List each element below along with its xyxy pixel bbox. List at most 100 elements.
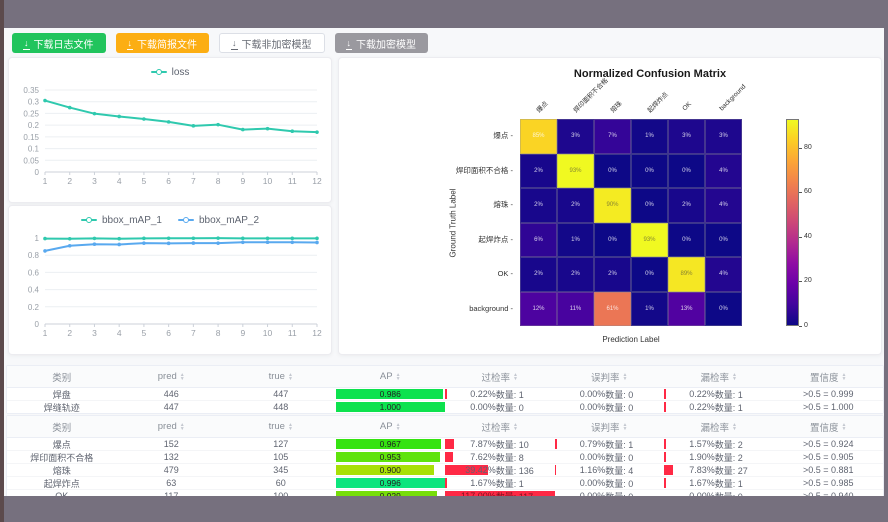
svg-text:1: 1 [35,234,40,243]
column-header-误判率[interactable]: 误判率▲▼ [555,416,665,437]
rate-percent: 1.67% [677,478,715,488]
cm-cell: 11% [557,292,594,327]
legend-item-bbox_mAP_2[interactable]: bbox_mAP_2 [178,212,259,228]
cm-cell: 0% [594,223,631,258]
cm-cell: 1% [557,223,594,258]
svg-text:2: 2 [67,176,72,186]
download-log-button[interactable]: ↓ 下载日志文件 [12,33,106,53]
column-header-误判率[interactable]: 误判率▲▼ [555,366,665,387]
column-header-过检率[interactable]: 过检率▲▼ [445,416,555,437]
rate-percent: 0.22% [677,389,715,399]
column-header-AP[interactable]: AP▲▼ [336,416,446,437]
cm-cell: 4% [705,257,742,292]
column-header-漏检率[interactable]: 漏检率▲▼ [664,416,774,437]
button-label: 下载加密模型 [356,36,416,51]
loss-chart-card: loss 00.050.10.150.20.250.30.35123456789… [8,57,332,203]
svg-text:0.15: 0.15 [23,133,39,142]
sort-icon[interactable]: ▲▼ [842,423,847,431]
svg-text:8: 8 [216,176,221,186]
rate-bar [664,439,666,449]
cm-cell: 85% [520,119,557,154]
cell-ap: 0.967 [336,438,446,450]
column-header-过检率[interactable]: 过检率▲▼ [445,366,555,387]
cell-missdetect-爆点: 1.57%数量: 2 [664,438,774,450]
cell-ap: 0.996 [336,477,446,489]
cell-confidence: >0.5 = 0.924 [774,438,884,450]
cm-colorbar-tick [799,237,802,238]
sort-icon[interactable]: ▲▼ [513,373,518,381]
rate-percent: 0.00% [567,478,605,488]
cell-pred: 447 [117,401,227,413]
cm-colorbar-tick-label: 20 [804,277,812,284]
column-header-pred[interactable]: pred▲▼ [117,416,227,437]
sort-icon[interactable]: ▲▼ [180,423,185,431]
sort-icon[interactable]: ▲▼ [732,373,737,381]
column-header-AP[interactable]: AP▲▼ [336,366,446,387]
ap-value: 0.900 [380,465,401,475]
svg-text:0.8: 0.8 [28,251,40,260]
svg-text:12: 12 [312,328,322,338]
download-icon: ↓ [128,39,133,48]
legend-label: loss [172,67,190,78]
loss-chart-plot: 00.050.10.150.20.250.30.3512345678910111… [9,80,331,196]
rate-count: 数量: 10 [496,438,542,450]
cm-cell: 2% [520,257,557,292]
column-header-置信度[interactable]: 置信度▲▼ [774,416,884,437]
sort-icon[interactable]: ▲▼ [288,373,293,381]
rate-percent: 7.83% [677,465,715,475]
column-header-类别: 类别 [7,416,117,437]
sort-icon[interactable]: ▲▼ [396,423,401,431]
rate-bar [664,402,666,412]
sort-icon[interactable]: ▲▼ [732,423,737,431]
rate-percent: 117.00% [458,491,496,496]
cm-cell: 12% [520,292,557,327]
cell-confidence: >0.5 = 0.940 [774,490,884,496]
download-encrypted-model-button[interactable]: ↓ 下载加密模型 [335,33,429,53]
cm-cell: 0% [668,223,705,258]
rate-bar [664,452,666,462]
cm-cell: 61% [594,292,631,327]
cm-col-label: 爆点 [533,98,548,113]
download-icon: ↓ [24,39,29,48]
cell-confidence: >0.5 = 0.881 [774,464,884,476]
ap-value: 0.967 [380,439,401,449]
rate-percent: 1.67% [458,478,496,488]
cell-overdetect-起焊炸点: 1.67%数量: 1 [445,477,555,489]
column-header-置信度[interactable]: 置信度▲▼ [774,366,884,387]
sort-icon[interactable]: ▲▼ [396,373,401,381]
confusion-matrix-title: Normalized Confusion Matrix [439,68,861,80]
map-chart-plot: 00.20.40.60.81123456789101112 [9,228,331,348]
cell-true: 448 [226,401,336,413]
column-header-label: 类别 [52,420,71,434]
column-header-pred[interactable]: pred▲▼ [117,366,227,387]
sort-icon[interactable]: ▲▼ [623,373,628,381]
rate-count: 数量: 0 [605,388,651,400]
sort-icon[interactable]: ▲▼ [180,373,185,381]
sort-icon[interactable]: ▲▼ [842,373,847,381]
sort-icon[interactable]: ▲▼ [513,423,518,431]
legend-item-bbox_mAP_1[interactable]: bbox_mAP_1 [81,212,162,228]
download-report-button[interactable]: ↓ 下载简报文件 [116,33,210,53]
sort-icon[interactable]: ▲▼ [623,423,628,431]
column-header-true[interactable]: true▲▼ [226,416,336,437]
download-plain-model-button[interactable]: ↓ 下载非加密模型 [219,33,325,53]
cm-col-label: background [718,83,748,113]
svg-text:0.3: 0.3 [28,98,40,107]
table-header-row: 类别 pred▲▼true▲▼AP▲▼过检率▲▼误判率▲▼漏检率▲▼置信度▲▼ [7,416,883,438]
rate-count: 数量: 0 [605,401,651,413]
table-row: OK1171000.929117.00%数量: 1170.00%数量: 00.0… [7,490,883,496]
legend-item-loss[interactable]: loss [151,64,190,80]
cell-overdetect-焊盘: 0.22%数量: 1 [445,388,555,400]
column-header-label: 过检率 [482,370,511,384]
rate-percent: 0.22% [458,389,496,399]
column-header-漏检率[interactable]: 漏检率▲▼ [664,366,774,387]
column-header-true[interactable]: true▲▼ [226,366,336,387]
rate-percent: 1.90% [677,452,715,462]
svg-text:2: 2 [67,328,72,338]
svg-text:1: 1 [43,328,48,338]
cell-pred: 152 [117,438,227,450]
dashboard: { "frame": {"bar_color": "#76707e", "lef… [0,0,888,522]
sort-icon[interactable]: ▲▼ [288,423,293,431]
svg-text:4: 4 [117,328,122,338]
svg-text:0.25: 0.25 [23,109,39,118]
